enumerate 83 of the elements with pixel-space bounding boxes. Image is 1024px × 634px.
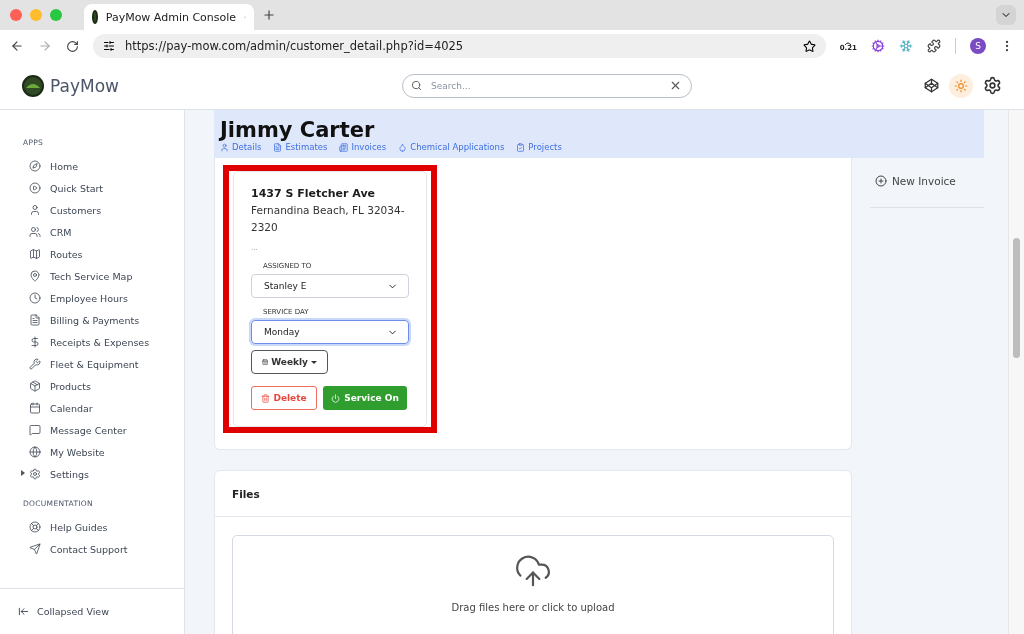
- sidebar-item[interactable]: Customers: [23, 199, 184, 221]
- newspaper-icon: [339, 142, 349, 152]
- new-invoice-link[interactable]: New Invoice: [870, 175, 984, 208]
- bookmark-star-icon[interactable]: [802, 39, 816, 53]
- address-line: Fernandina Beach, FL 32034-2320: [251, 203, 406, 235]
- sidebar-item[interactable]: CRM: [23, 221, 184, 243]
- sidebar-item[interactable]: Settings: [23, 463, 184, 485]
- theme-toggle-button[interactable]: [949, 73, 973, 98]
- customer-tab[interactable]: Details: [220, 142, 262, 152]
- file-dropzone[interactable]: Drag files here or click to upload: [232, 535, 834, 634]
- plus-circle-icon: [875, 175, 887, 187]
- browser-tab[interactable]: PayMow Admin Console: [84, 4, 254, 30]
- dollar-icon: [29, 336, 41, 348]
- site-settings-icon[interactable]: [103, 40, 115, 52]
- wrench-icon: [29, 358, 41, 370]
- lifebuoy-icon: [29, 521, 41, 533]
- collapse-sidebar-button[interactable]: Collapsed View: [0, 588, 184, 634]
- caret-icon: [21, 470, 25, 476]
- profile-avatar[interactable]: S: [970, 38, 986, 54]
- sidebar-item[interactable]: Products: [23, 375, 184, 397]
- calendar-icon: [29, 402, 41, 414]
- sidebar-item[interactable]: Contact Support: [23, 538, 184, 560]
- site-logo-icon: [92, 10, 98, 24]
- frequency-dropdown-button[interactable]: Weekly: [251, 350, 328, 374]
- select-field[interactable]: Monday: [251, 320, 409, 344]
- logo-text: PayMow: [50, 75, 119, 96]
- select-field[interactable]: Stanley E: [251, 274, 409, 298]
- customer-name: Jimmy Carter: [220, 118, 376, 142]
- play-icon: [29, 182, 41, 194]
- sidebar-item[interactable]: Fleet & Equipment: [23, 353, 184, 375]
- chat-icon: [29, 424, 41, 436]
- sidebar-item[interactable]: Message Center: [23, 419, 184, 441]
- sidebar-item[interactable]: Tech Service Map: [23, 265, 184, 287]
- reload-icon[interactable]: [66, 39, 79, 53]
- sidebar-item[interactable]: Quick Start: [23, 177, 184, 199]
- collapse-icon: [18, 606, 29, 617]
- document-icon: [273, 142, 283, 152]
- user-icon: [220, 142, 229, 152]
- customer-tab[interactable]: Projects: [516, 142, 562, 152]
- settings-icon[interactable]: [983, 76, 1002, 95]
- user-icon: [29, 204, 41, 216]
- clipboard-icon: [516, 142, 526, 152]
- extensions-icon[interactable]: [927, 39, 941, 53]
- search-field[interactable]: Search...: [402, 73, 692, 98]
- trash-icon: [261, 393, 271, 403]
- address-line: 1437 S Fletcher Ave: [251, 187, 377, 200]
- new-tab-icon[interactable]: [262, 8, 276, 22]
- sidebar-item[interactable]: Receipts & Expenses: [23, 331, 184, 353]
- sidebar-item[interactable]: Routes: [23, 243, 184, 265]
- power-icon: [331, 393, 341, 403]
- delete-button[interactable]: Delete: [251, 386, 317, 410]
- droplet-icon: [398, 142, 408, 152]
- globe-icon: [29, 446, 41, 458]
- map-icon: [29, 248, 41, 260]
- search-icon: [411, 79, 422, 91]
- customer-tab[interactable]: Estimates: [273, 142, 328, 152]
- sidebar-item[interactable]: Home: [23, 155, 184, 177]
- users-icon: [29, 226, 41, 238]
- cube-icon[interactable]: [924, 78, 939, 93]
- document-icon: [29, 314, 41, 326]
- clock-icon: [29, 292, 41, 304]
- calendar-icon: [262, 357, 269, 367]
- gear-extension-icon[interactable]: [871, 39, 885, 53]
- customer-tab[interactable]: Invoices: [339, 142, 387, 152]
- send-icon: [29, 543, 41, 555]
- compass-icon: [29, 160, 41, 172]
- sidebar-item[interactable]: My Website: [23, 441, 184, 463]
- box-icon: [29, 380, 41, 392]
- customer-tab[interactable]: Chemical Applications: [398, 142, 505, 152]
- back-icon[interactable]: [10, 39, 24, 53]
- scrollbar-thumb[interactable]: [1013, 238, 1020, 358]
- address-bar[interactable]: https://pay-mow.com/admin/customer_detail.php?id=4025: [93, 34, 826, 58]
- sidebar-item[interactable]: Employee Hours: [23, 287, 184, 309]
- map-pin-icon: [29, 270, 41, 282]
- sidebar-item[interactable]: Calendar: [23, 397, 184, 419]
- settings-icon: [29, 468, 41, 480]
- sidebar-item[interactable]: Billing & Payments: [23, 309, 184, 331]
- sidebar-item[interactable]: Help Guides: [23, 516, 184, 538]
- sun-icon: [954, 78, 968, 93]
- dropzone-text: Drag files here or click to upload: [451, 602, 615, 613]
- files-title: Files: [232, 487, 260, 500]
- tab-menu-button[interactable]: [996, 5, 1016, 25]
- logo-icon: [22, 74, 44, 97]
